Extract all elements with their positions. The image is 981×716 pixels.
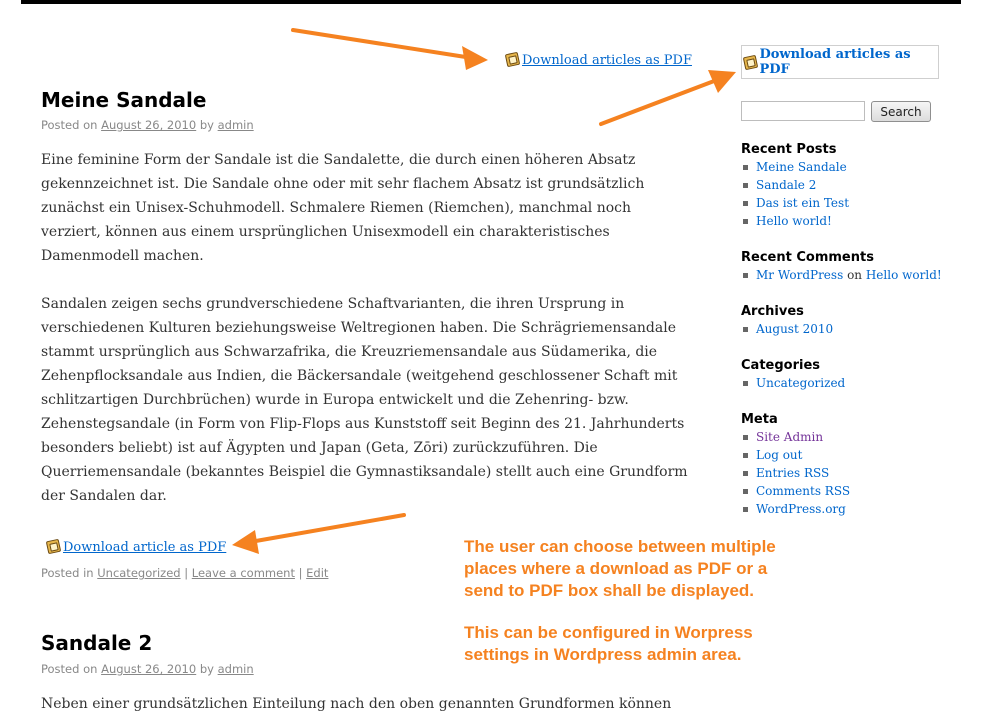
post-paragraph: Sandalen zeigen sechs grundverschiedene … [41,296,688,504]
recent-posts-title: Recent Posts [741,142,837,157]
list-item: Mr WordPress on Hello world! [741,266,942,284]
post-title[interactable]: Sandale 2 [41,631,152,655]
categories-list: Uncategorized [741,374,845,392]
arrow-to-top-pdf [291,28,474,60]
recent-comments-title: Recent Comments [741,250,874,265]
recent-post-link[interactable]: Hello world! [756,214,832,228]
post-author-link[interactable]: admin [218,662,254,676]
post-title[interactable]: Meine Sandale [41,88,206,112]
annotation-line: This can be configured in Worpress [464,623,753,642]
post-date-link[interactable]: August 26, 2010 [101,118,196,132]
list-item: Meine Sandale [741,158,849,176]
wordpress-org-link[interactable]: WordPress.org [756,502,846,516]
archives-title: Archives [741,304,804,319]
search-input[interactable] [741,101,865,121]
by-text: by [199,662,214,676]
list-item: Das ist ein Test [741,194,849,212]
top-border [21,0,961,4]
annotation-line: The user can choose between multiple [464,537,776,556]
download-article-pdf-link[interactable]: Download article as PDF [63,540,226,555]
post-footer-meta: Posted in Uncategorized | Leave a commen… [41,566,328,580]
recent-posts-list: Meine Sandale Sandale 2 Das ist ein Test… [741,158,849,230]
comments-rss-link[interactable]: Comments RSS [756,484,850,498]
list-item: Hello world! [741,212,849,230]
post-excerpt: Neben einer grundsätzlichen Einteilung n… [41,696,672,712]
posted-in-text: Posted in [41,566,94,580]
leave-comment-link[interactable]: Leave a comment [192,566,295,580]
entries-rss-link[interactable]: Entries RSS [756,466,829,480]
edit-post-link[interactable]: Edit [306,566,328,580]
posted-on-text: Posted on [41,662,98,676]
list-item: Comments RSS [741,482,850,500]
meta-list: Site Admin Log out Entries RSS Comments … [741,428,850,518]
arrow-to-post-pdf [248,513,406,544]
comment-post-link[interactable]: Hello world! [866,268,942,282]
list-item: Log out [741,446,850,464]
post-meta: Posted on August 26, 2010 by admin [41,118,254,132]
by-text: by [199,118,214,132]
log-out-link[interactable]: Log out [756,448,802,462]
comment-author-link[interactable]: Mr WordPress [756,268,843,282]
list-item: Site Admin [741,428,850,446]
pdf-bee-icon [504,51,521,68]
comment-on-text: on [847,268,863,282]
list-item: Uncategorized [741,374,845,392]
arrow-to-sidebar-pdf [599,76,724,126]
posted-on-text: Posted on [41,118,98,132]
list-item: WordPress.org [741,500,850,518]
post-author-link[interactable]: admin [218,118,254,132]
annotation-line: send to PDF box shall be displayed. [464,581,755,600]
arrow-head [232,530,259,554]
search-button[interactable]: Search [871,101,931,122]
sidebar-download-pdf-link[interactable]: Download articles as PDF [759,47,938,77]
pdf-bee-icon [45,538,62,555]
list-item: Sandale 2 [741,176,849,194]
list-item: August 2010 [741,320,833,338]
recent-post-link[interactable]: Das ist ein Test [756,196,849,210]
post-pdf-download: Download article as PDF [45,538,226,555]
pdf-bee-icon [742,54,759,71]
top-pdf-download: Download articles as PDF [504,51,692,68]
archive-link[interactable]: August 2010 [756,322,833,336]
recent-post-link[interactable]: Meine Sandale [756,160,847,174]
separator: | [184,566,189,580]
annotation-line: places where a download as PDF or a [464,559,768,578]
categories-title: Categories [741,358,821,373]
sidebar-pdf-box: Download articles as PDF [741,45,939,79]
post-date-link[interactable]: August 26, 2010 [101,662,196,676]
category-link[interactable]: Uncategorized [756,376,845,390]
annotation-line: settings in Wordpress admin area. [464,645,742,664]
recent-comments-list: Mr WordPress on Hello world! [741,266,942,284]
list-item: Entries RSS [741,464,850,482]
post-category-link[interactable]: Uncategorized [97,566,180,580]
arrow-head [462,46,488,70]
archives-list: August 2010 [741,320,833,338]
site-admin-link[interactable]: Site Admin [756,430,823,444]
post-paragraph: Eine feminine Form der Sandale ist die S… [41,152,645,264]
post-meta: Posted on August 26, 2010 by admin [41,662,254,676]
arrow-head [708,70,736,93]
meta-title: Meta [741,412,778,427]
separator: | [298,566,303,580]
download-articles-pdf-link[interactable]: Download articles as PDF [522,53,692,68]
recent-post-link[interactable]: Sandale 2 [756,178,816,192]
